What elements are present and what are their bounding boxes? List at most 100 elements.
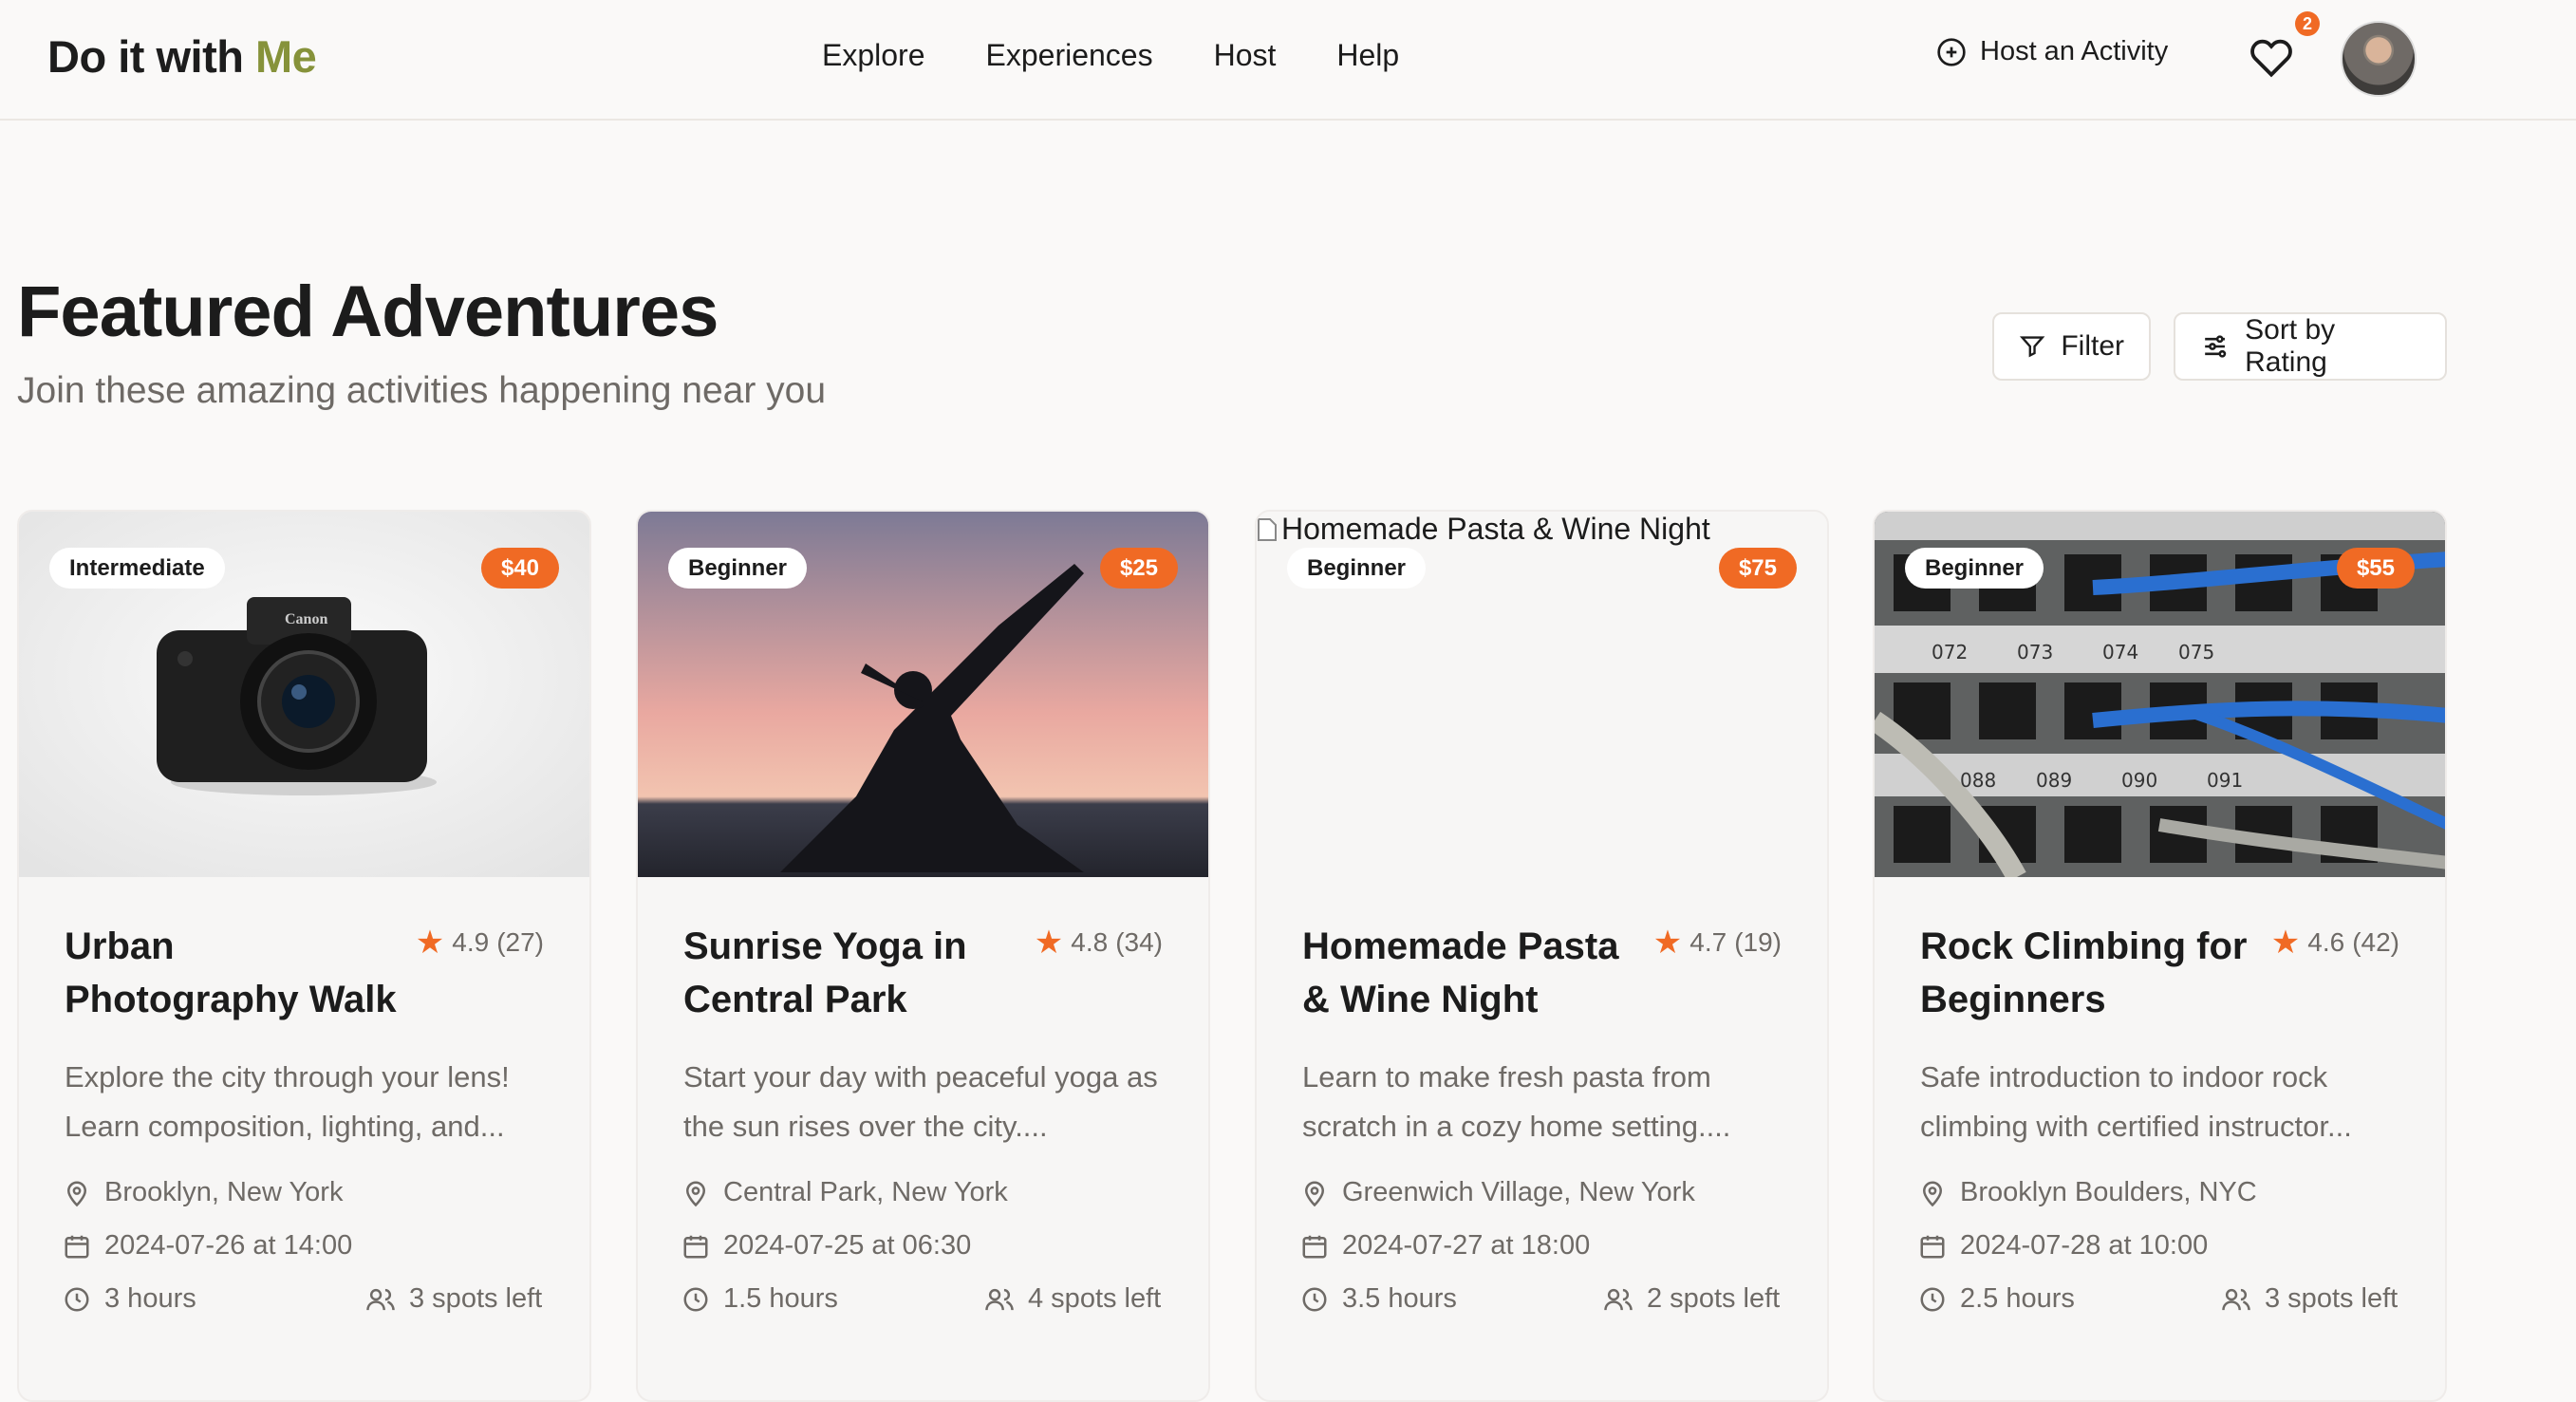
rating-value: 4.6: [2307, 927, 2345, 957]
card-spots: 3 spots left: [2221, 1283, 2398, 1315]
nav-experiences[interactable]: Experiences: [986, 38, 1153, 73]
card-duration: 3 hours: [63, 1283, 196, 1315]
card-description: Safe introduction to indoor rock climbin…: [1920, 1060, 2352, 1143]
svg-text:Canon: Canon: [285, 611, 327, 627]
activity-card[interactable]: Canon Intermediate $40 Urban Photography…: [17, 510, 591, 1402]
plus-circle-icon: [1937, 37, 1966, 66]
filter-label: Filter: [2061, 330, 2124, 362]
card-location-text: Brooklyn, New York: [104, 1177, 344, 1207]
clock-icon: [65, 1287, 89, 1311]
card-spots: 3 spots left: [365, 1283, 542, 1315]
star-icon: ★: [2270, 925, 2301, 961]
svg-text:090: 090: [2121, 769, 2157, 792]
user-avatar[interactable]: [2341, 21, 2417, 97]
card-spots: 4 spots left: [984, 1283, 1161, 1315]
logo-text: Do it with: [47, 31, 256, 82]
card-duration: 3.5 hours: [1300, 1283, 1457, 1315]
svg-text:072: 072: [1932, 641, 1968, 664]
price-badge: $25: [1099, 548, 1178, 589]
star-icon: ★: [415, 925, 445, 961]
host-activity-button[interactable]: Host an Activity: [1936, 36, 2168, 67]
star-icon: ★: [1034, 925, 1064, 961]
review-count: (19): [1734, 927, 1782, 957]
clock-icon: [683, 1287, 708, 1311]
card-location: Brooklyn, New York: [63, 1177, 343, 1208]
card-description: Learn to make fresh pasta from scratch i…: [1302, 1060, 1731, 1143]
level-badge: Beginner: [1287, 548, 1427, 589]
svg-text:074: 074: [2102, 641, 2138, 664]
card-datetime: 2024-07-25 at 06:30: [681, 1230, 971, 1262]
card-spots: 2 spots left: [1603, 1283, 1780, 1315]
map-pin-icon: [1304, 1181, 1325, 1206]
card-datetime: 2024-07-28 at 10:00: [1918, 1230, 2208, 1262]
clock-icon: [1920, 1287, 1945, 1311]
svg-text:091: 091: [2207, 769, 2243, 792]
card-title[interactable]: Homemade Pasta & Wine Night: [1302, 920, 1644, 1026]
review-count: (27): [496, 927, 544, 957]
rating-value: 4.9: [452, 927, 490, 957]
activity-card[interactable]: Homemade Pasta & Wine Night Beginner $75…: [1255, 510, 1829, 1402]
image-alt-text: Homemade Pasta & Wine Night: [1257, 512, 1710, 547]
users-icon: [2222, 1288, 2250, 1310]
nav-explore[interactable]: Explore: [822, 38, 925, 73]
sliders-icon: [2205, 335, 2227, 358]
nav-help[interactable]: Help: [1336, 38, 1399, 73]
calendar-icon: [1920, 1235, 1945, 1258]
card-spots-text: 2 spots left: [1647, 1283, 1781, 1314]
price-badge: $40: [480, 548, 559, 589]
filter-button[interactable]: Filter: [1992, 312, 2151, 381]
level-badge: Beginner: [1905, 548, 2044, 589]
rating-value: 4.7: [1689, 927, 1727, 957]
nav-host[interactable]: Host: [1214, 38, 1277, 73]
map-pin-icon: [66, 1181, 87, 1206]
card-duration: 1.5 hours: [681, 1283, 838, 1315]
level-badge: Intermediate: [49, 548, 225, 589]
map-pin-icon: [685, 1181, 706, 1206]
card-location: Brooklyn Boulders, NYC: [1918, 1177, 2257, 1208]
card-duration: 2.5 hours: [1918, 1283, 2075, 1315]
rating-value: 4.8: [1071, 927, 1109, 957]
calendar-icon: [683, 1235, 708, 1258]
price-badge: $55: [2336, 548, 2415, 589]
card-datetime-text: 2024-07-28 at 10:00: [1960, 1230, 2209, 1261]
logo-accent-text: Me: [255, 31, 317, 82]
activity-card[interactable]: 072 073 074 075 088 089 090 091 Beginner $55 R…: [1873, 510, 2447, 1402]
svg-text:075: 075: [2178, 641, 2214, 664]
activity-card[interactable]: Beginner $25 Sunrise Yoga in Central Par…: [636, 510, 1210, 1402]
card-description: Explore the city through your lens! Lear…: [65, 1060, 510, 1143]
card-duration-text: 1.5 hours: [723, 1283, 838, 1314]
card-spots-text: 4 spots left: [1028, 1283, 1162, 1314]
star-icon: ★: [1652, 925, 1683, 961]
heart-icon[interactable]: [2249, 36, 2293, 80]
card-location-text: Greenwich Village, New York: [1342, 1177, 1695, 1207]
card-title[interactable]: Sunrise Yoga in Central Park: [683, 920, 1025, 1026]
users-icon: [1604, 1288, 1633, 1310]
card-location: Greenwich Village, New York: [1300, 1177, 1695, 1208]
logo[interactable]: Do it with Me: [47, 30, 317, 83]
card-duration-text: 3.5 hours: [1342, 1283, 1457, 1314]
card-datetime: 2024-07-26 at 14:00: [63, 1230, 352, 1262]
svg-text:089: 089: [2036, 769, 2072, 792]
card-description: Start your day with peaceful yoga as the…: [683, 1060, 1158, 1143]
review-count: (42): [2352, 927, 2399, 957]
svg-text:073: 073: [2017, 641, 2053, 664]
sort-button[interactable]: Sort by Rating: [2174, 312, 2447, 381]
rating: ★ 4.8 (34): [1035, 924, 1163, 962]
review-count: (34): [1115, 927, 1163, 957]
notification-badge: 2: [2295, 11, 2320, 36]
page-subtitle: Join these amazing activities happening …: [17, 370, 827, 411]
users-icon: [985, 1288, 1014, 1310]
filter-icon: [2019, 336, 2045, 358]
page-title: Featured Adventures: [17, 271, 719, 352]
calendar-icon: [65, 1235, 89, 1258]
card-title[interactable]: Urban Photography Walk: [65, 920, 406, 1026]
users-icon: [366, 1288, 395, 1310]
card-title[interactable]: Rock Climbing for Beginners: [1920, 920, 2262, 1026]
map-pin-icon: [1922, 1181, 1943, 1206]
card-spots-text: 3 spots left: [409, 1283, 543, 1314]
host-activity-label: Host an Activity: [1980, 36, 2169, 66]
calendar-icon: [1302, 1235, 1327, 1258]
sort-label: Sort by Rating: [2245, 314, 2336, 378]
main-nav: Explore Experiences Host Help: [822, 38, 1460, 73]
rating: ★ 4.9 (27): [416, 924, 544, 962]
